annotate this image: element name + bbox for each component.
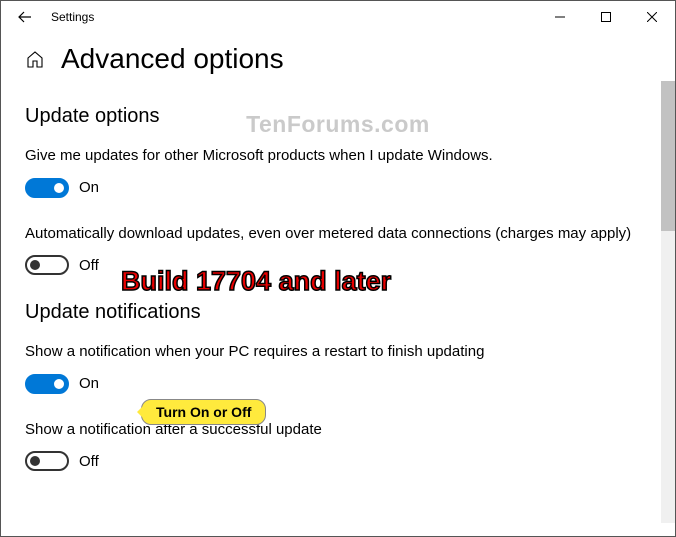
window-controls — [537, 1, 675, 33]
option-text-success-notify: Show a notification after a successful u… — [25, 420, 637, 440]
toggle-knob — [54, 183, 64, 193]
maximize-button[interactable] — [583, 1, 629, 33]
toggle-knob — [54, 379, 64, 389]
toggle-metered[interactable] — [25, 255, 69, 275]
scrollbar[interactable] — [661, 81, 675, 523]
section-title-update-notifications: Update notifications — [25, 301, 637, 324]
toggle-other-products[interactable] — [25, 178, 69, 198]
settings-window: Settings Advanced options Update options… — [0, 0, 676, 537]
toggle-row-other-products: On — [25, 178, 637, 198]
option-text-other-products: Give me updates for other Microsoft prod… — [25, 146, 637, 166]
toggle-restart-notify[interactable] — [25, 374, 69, 394]
toggle-label: On — [79, 179, 99, 196]
option-text-restart-notify: Show a notification when your PC require… — [25, 342, 637, 362]
callout-annotation: Turn On or Off — [141, 399, 266, 425]
window-title: Settings — [51, 10, 94, 24]
section-title-update-options: Update options — [25, 105, 637, 128]
titlebar: Settings — [1, 1, 675, 33]
toggle-row-success-notify: Off — [25, 451, 637, 471]
close-icon — [647, 12, 657, 22]
toggle-label: Off — [79, 257, 99, 274]
build-annotation: Build 17704 and later — [121, 266, 391, 297]
option-text-metered: Automatically download updates, even ove… — [25, 224, 637, 244]
toggle-knob — [30, 456, 40, 466]
toggle-row-restart-notify: On — [25, 374, 637, 394]
minimize-button[interactable] — [537, 1, 583, 33]
arrow-left-icon — [18, 10, 32, 24]
toggle-knob — [30, 260, 40, 270]
home-icon[interactable] — [25, 49, 45, 69]
scrollbar-thumb[interactable] — [661, 81, 675, 231]
toggle-success-notify[interactable] — [25, 451, 69, 471]
minimize-icon — [555, 12, 565, 22]
page-title: Advanced options — [61, 43, 284, 75]
back-button[interactable] — [9, 1, 41, 33]
toggle-label: On — [79, 375, 99, 392]
close-button[interactable] — [629, 1, 675, 33]
page-header: Advanced options — [25, 43, 637, 75]
toggle-label: Off — [79, 453, 99, 470]
maximize-icon — [601, 12, 611, 22]
